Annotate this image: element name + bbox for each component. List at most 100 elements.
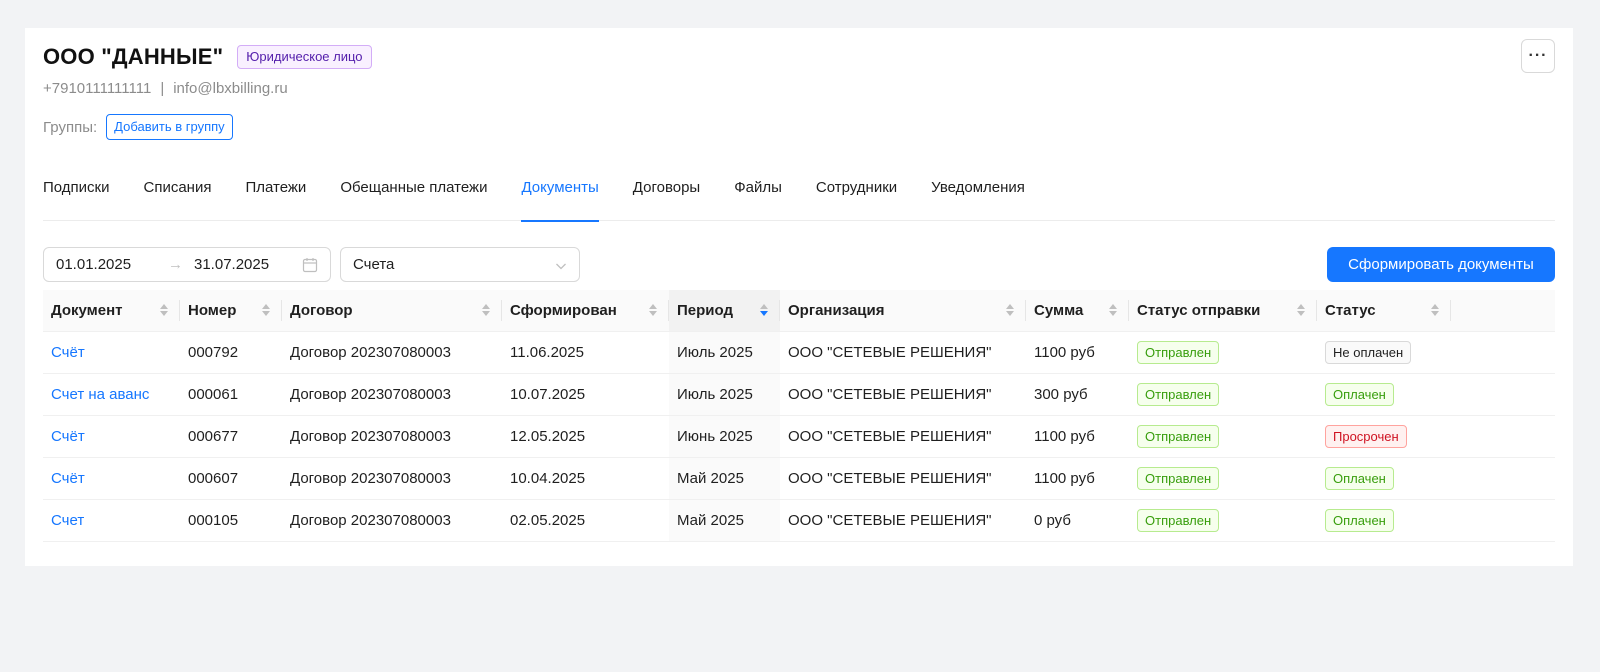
column-header-7[interactable]: Статус отправки [1129, 290, 1317, 332]
column-header-label: Договор [290, 301, 353, 319]
send-status-tag: Отправлен [1137, 508, 1220, 532]
payment-status-tag: Оплачен [1325, 382, 1394, 406]
cell-send_status: Отправлен [1129, 499, 1317, 542]
send-status-tag: Отправлен [1137, 466, 1220, 490]
generate-documents-button[interactable]: Сформировать документы [1327, 247, 1555, 282]
cell-contract: Договор 202307080003 [282, 499, 502, 542]
cell-amount: 0 руб [1026, 499, 1129, 542]
company-name: ООО "ДАННЫЕ" [43, 44, 224, 69]
add-to-group-button[interactable]: Добавить в группу [106, 114, 233, 140]
organization-text: ООО "СЕТЕВЫЕ РЕШЕНИЯ" [788, 427, 992, 445]
column-header-2[interactable]: Договор [282, 290, 502, 332]
column-header-6[interactable]: Сумма [1026, 290, 1129, 332]
tab-2[interactable]: Платежи [245, 176, 306, 221]
sort-icon[interactable] [1431, 304, 1439, 317]
period-text: Июнь 2025 [677, 427, 753, 445]
column-header-0[interactable]: Документ [43, 290, 180, 332]
number-text: 000105 [188, 511, 239, 529]
tab-1[interactable]: Списания [144, 176, 212, 221]
calendar-icon [302, 257, 318, 273]
table-row: Счёт 000677 Договор 202307080003 12.05.2025… [43, 415, 1555, 458]
cell-status: Не оплачен [1317, 331, 1451, 374]
organization-text: ООО "СЕТЕВЫЕ РЕШЕНИЯ" [788, 385, 992, 403]
cell-send_status: Отправлен [1129, 331, 1317, 374]
document-type-select[interactable]: Счета [340, 247, 580, 282]
cell-period: Май 2025 [669, 457, 780, 500]
cell-contract: Договор 202307080003 [282, 415, 502, 458]
number-text: 000061 [188, 385, 239, 403]
sort-icon[interactable] [649, 304, 657, 317]
created-text: 11.06.2025 [510, 343, 584, 361]
payment-status-tag: Не оплачен [1325, 340, 1412, 364]
cell-filler [1451, 457, 1555, 500]
cell-period: Май 2025 [669, 499, 780, 542]
cell-send_status: Отправлен [1129, 415, 1317, 458]
amount-text: 1100 руб [1034, 469, 1095, 487]
contract-text: Договор 202307080003 [290, 385, 451, 403]
cell-amount: 300 руб [1026, 373, 1129, 416]
period-text: Июль 2025 [677, 385, 753, 403]
document-link[interactable]: Счёт [51, 470, 85, 487]
tab-0[interactable]: Подписки [43, 176, 110, 221]
column-header-label: Статус [1325, 301, 1376, 319]
contract-text: Договор 202307080003 [290, 469, 451, 487]
cell-status: Оплачен [1317, 373, 1451, 416]
cell-created: 02.05.2025 [502, 499, 669, 542]
cell-number: 000677 [180, 415, 282, 458]
period-text: Май 2025 [677, 511, 744, 529]
sort-icon[interactable] [1006, 304, 1014, 317]
title-row: ООО "ДАННЫЕ" Юридическое лицо [43, 44, 372, 70]
sort-icon[interactable] [262, 304, 270, 317]
amount-text: 0 руб [1034, 511, 1071, 529]
column-header-label: Организация [788, 301, 885, 319]
payment-status-tag: Оплачен [1325, 508, 1394, 532]
cell-status: Оплачен [1317, 499, 1451, 542]
sort-icon[interactable] [1297, 304, 1305, 317]
phone-text: +7910111111111 [43, 80, 152, 97]
cell-organization: ООО "СЕТЕВЫЕ РЕШЕНИЯ" [780, 415, 1026, 458]
document-link[interactable]: Счет на аванс [51, 386, 149, 403]
column-header-1[interactable]: Номер [180, 290, 282, 332]
column-header-filler [1451, 290, 1555, 332]
tab-3[interactable]: Обещанные платежи [340, 176, 487, 221]
tab-5[interactable]: Договоры [633, 176, 700, 221]
tab-6[interactable]: Файлы [734, 176, 782, 221]
document-link[interactable]: Счёт [51, 344, 85, 361]
sort-icon[interactable] [760, 304, 768, 317]
date-from-input[interactable]: 01.01.2025 [56, 256, 168, 273]
period-text: Июль 2025 [677, 343, 753, 361]
number-text: 000607 [188, 469, 239, 487]
tab-7[interactable]: Сотрудники [816, 176, 897, 221]
document-link[interactable]: Счёт [51, 428, 85, 445]
document-link[interactable]: Счет [51, 512, 84, 529]
cell-filler [1451, 415, 1555, 458]
cell-document: Счёт [43, 415, 180, 458]
ellipsis-icon: ··· [1528, 47, 1548, 64]
tabs-bar: Подписки Списания Платежи Обещанные платежи… [43, 176, 1555, 222]
contacts-line: +7910111111111 | info@lbxbilling.ru [43, 80, 288, 97]
groups-row: Группы: Добавить в группу [43, 114, 233, 140]
number-text: 000677 [188, 427, 239, 445]
column-header-3[interactable]: Сформирован [502, 290, 669, 332]
send-status-tag: Отправлен [1137, 424, 1220, 448]
tab-4[interactable]: Документы [521, 176, 600, 222]
sort-icon[interactable] [160, 304, 168, 317]
column-header-5[interactable]: Организация [780, 290, 1026, 332]
cell-organization: ООО "СЕТЕВЫЕ РЕШЕНИЯ" [780, 457, 1026, 500]
organization-text: ООО "СЕТЕВЫЕ РЕШЕНИЯ" [788, 511, 992, 529]
tab-8[interactable]: Уведомления [931, 176, 1025, 221]
column-header-8[interactable]: Статус [1317, 290, 1451, 332]
sort-icon[interactable] [482, 304, 490, 317]
cell-organization: ООО "СЕТЕВЫЕ РЕШЕНИЯ" [780, 499, 1026, 542]
date-to-input[interactable]: 31.07.2025 [194, 256, 302, 273]
cell-amount: 1100 руб [1026, 415, 1129, 458]
more-actions-button[interactable]: ··· [1521, 39, 1555, 73]
cell-created: 11.06.2025 [502, 331, 669, 374]
column-header-4[interactable]: Период [669, 290, 780, 332]
chevron-down-icon [555, 259, 567, 271]
organization-text: ООО "СЕТЕВЫЕ РЕШЕНИЯ" [788, 469, 992, 487]
table-row: Счет 000105 Договор 202307080003 02.05.2025… [43, 499, 1555, 542]
send-status-tag: Отправлен [1137, 382, 1220, 406]
sort-icon[interactable] [1109, 304, 1117, 317]
date-range-picker[interactable]: 01.01.2025 → 31.07.2025 [43, 247, 331, 282]
